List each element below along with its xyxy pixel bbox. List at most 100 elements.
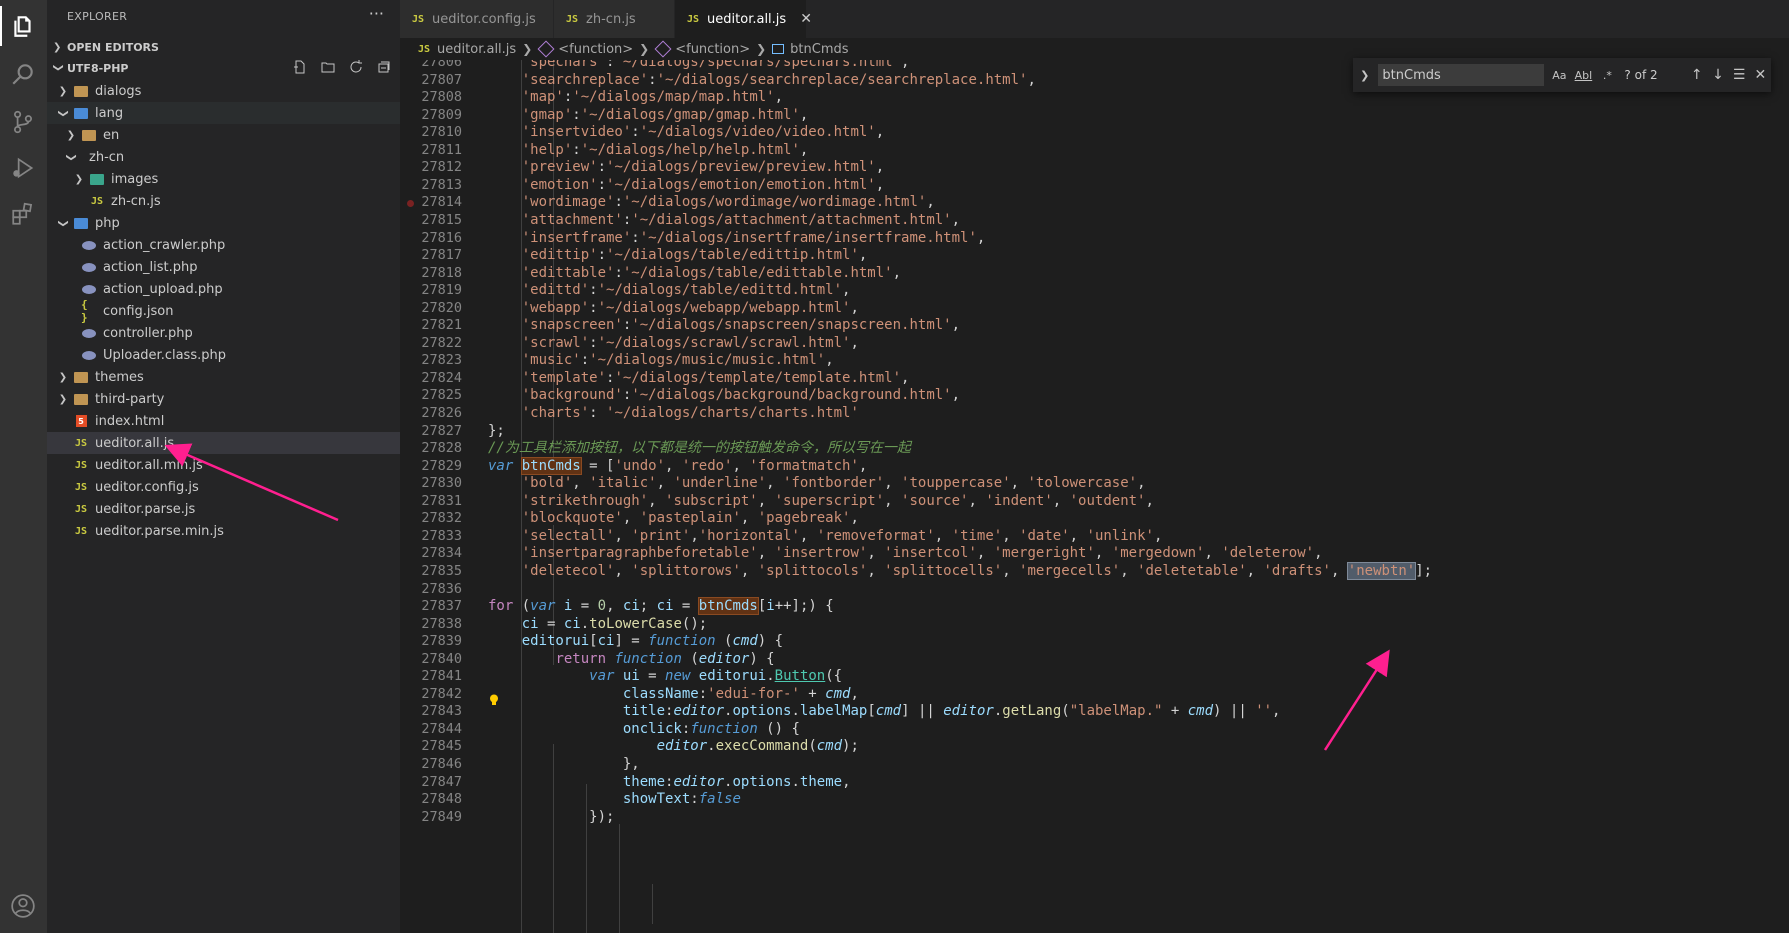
active-indicator bbox=[0, 6, 2, 46]
js-file-icon: JS bbox=[74, 481, 88, 493]
breadcrumb: JS ueditor.all.js ❯ <function> ❯ <functi… bbox=[400, 38, 1789, 60]
js-file-icon: JS bbox=[566, 13, 579, 25]
arrow-down-icon[interactable]: ↓ bbox=[1707, 64, 1728, 86]
tab-ueditor-config[interactable]: JS ueditor.config.js bbox=[400, 0, 554, 38]
match-count: ? of 2 bbox=[1624, 68, 1658, 82]
breadcrumb-function-2[interactable]: <function> bbox=[654, 40, 751, 58]
tree-item[interactable]: action_upload.php bbox=[47, 278, 400, 300]
js-file-icon: JS bbox=[74, 459, 88, 471]
tree-item[interactable]: { } config.json bbox=[47, 298, 400, 324]
tree-item[interactable]: ❯ themes bbox=[47, 366, 400, 388]
find-in-selection-icon[interactable]: ☰ bbox=[1729, 64, 1750, 86]
tree-item-label: dialogs bbox=[95, 83, 142, 99]
explorer-icon[interactable] bbox=[7, 10, 39, 42]
arrow-up-icon[interactable]: ↑ bbox=[1686, 64, 1707, 86]
collapse-all-icon[interactable] bbox=[376, 59, 394, 77]
tree-item[interactable]: action_crawler.php bbox=[47, 234, 400, 256]
breadcrumb-function-label: <function> bbox=[675, 41, 751, 57]
tree-item[interactable]: ❯ lang bbox=[47, 102, 400, 124]
tree-item-label: zh-cn.js bbox=[111, 193, 161, 209]
regex-toggle[interactable]: .* bbox=[1598, 69, 1616, 82]
breakpoint-hint[interactable] bbox=[407, 200, 414, 207]
tree-item-label: php bbox=[95, 215, 120, 231]
chevron-down-icon: ❯ bbox=[57, 218, 69, 228]
find-query: btnCmds bbox=[1382, 67, 1441, 83]
tree-item[interactable]: Uploader.class.php bbox=[47, 344, 400, 366]
tree-item[interactable]: JS ueditor.parse.js bbox=[47, 498, 400, 520]
find-input[interactable]: btnCmds bbox=[1378, 64, 1545, 86]
tree-item-label: zh-cn bbox=[89, 149, 125, 165]
close-icon[interactable]: ✕ bbox=[1750, 64, 1771, 86]
breadcrumb-file[interactable]: JS ueditor.all.js bbox=[418, 42, 516, 57]
tree-item-label: ueditor.all.min.js bbox=[95, 457, 203, 473]
php-file-icon bbox=[81, 326, 97, 340]
new-folder-icon[interactable] bbox=[320, 59, 338, 77]
folder-icon bbox=[73, 392, 89, 406]
folder-icon bbox=[73, 84, 89, 98]
open-editors-label: OPEN EDITORS bbox=[67, 40, 159, 54]
chevron-right-icon: ❯ bbox=[74, 173, 84, 185]
code-text: }); bbox=[488, 808, 615, 825]
breadcrumb-file-label: ueditor.all.js bbox=[437, 41, 517, 57]
vscode-window: EXPLORER ··· ❯ OPEN EDITORS ❯ UTF8-PHP ❯… bbox=[0, 0, 1789, 933]
tab-ueditor-all[interactable]: JS ueditor.all.js ✕ bbox=[675, 0, 812, 38]
js-file-icon: JS bbox=[418, 43, 431, 55]
toggle-replace-icon[interactable]: ❯ bbox=[1357, 69, 1372, 82]
json-file-icon: { } bbox=[81, 298, 88, 324]
tree-item[interactable]: JS ueditor.parse.min.js bbox=[47, 520, 400, 542]
tree-item-label: en bbox=[103, 127, 120, 143]
search-icon[interactable] bbox=[7, 58, 39, 90]
tree-item-label: controller.php bbox=[103, 325, 193, 341]
php-file-icon bbox=[81, 282, 97, 296]
chevron-right-icon: ❯ bbox=[756, 42, 767, 56]
tree-item[interactable]: controller.php bbox=[47, 322, 400, 344]
tab-zh-cn[interactable]: JS zh-cn.js bbox=[554, 0, 675, 38]
tree-item[interactable]: action_list.php bbox=[47, 256, 400, 278]
lightbulb-icon[interactable] bbox=[489, 694, 499, 706]
sidebar-title: EXPLORER bbox=[67, 10, 128, 23]
find-options: Aa Abl .* bbox=[1550, 69, 1616, 82]
tree-item-label: action_list.php bbox=[103, 259, 198, 275]
workspace-section[interactable]: ❯ UTF8-PHP bbox=[47, 57, 400, 79]
tree-item-label: images bbox=[111, 171, 159, 187]
find-widget: ❯ btnCmds Aa Abl .* ? of 2 ↑ ↓ ☰ ✕ bbox=[1353, 58, 1771, 92]
tree-item[interactable]: ❯ en bbox=[47, 124, 400, 146]
no-icon bbox=[81, 150, 83, 164]
match-case-toggle[interactable]: Aa bbox=[1550, 69, 1568, 82]
tree-item[interactable]: JS ueditor.all.js bbox=[47, 432, 400, 454]
tree-item[interactable]: 5 index.html bbox=[47, 410, 400, 432]
tree-item-label: third-party bbox=[95, 391, 165, 407]
tree-item[interactable]: ❯ third-party bbox=[47, 388, 400, 410]
function-icon bbox=[654, 40, 672, 58]
close-icon[interactable]: ✕ bbox=[800, 11, 812, 27]
whole-word-toggle[interactable]: Abl bbox=[1574, 69, 1593, 82]
breadcrumb-variable-label: btnCmds bbox=[790, 41, 849, 57]
source-control-icon[interactable] bbox=[7, 106, 39, 138]
tab-label: ueditor.all.js bbox=[707, 11, 787, 27]
tree-item[interactable]: ❯ images bbox=[47, 168, 400, 190]
refresh-icon[interactable] bbox=[348, 59, 366, 77]
tree-item[interactable]: JS zh-cn.js bbox=[47, 190, 400, 212]
code-editor[interactable]: 27806 'spechars':'~/dialogs/spechars/spe… bbox=[400, 60, 1789, 933]
tree-item-label: index.html bbox=[95, 413, 165, 429]
account-icon[interactable] bbox=[7, 890, 39, 922]
tree-item-label: ueditor.config.js bbox=[95, 479, 199, 495]
extensions-icon[interactable] bbox=[7, 198, 39, 230]
chevron-right-icon: ❯ bbox=[58, 371, 68, 383]
breadcrumb-variable[interactable]: btnCmds bbox=[772, 41, 849, 57]
tree-item[interactable]: ❯ dialogs bbox=[47, 80, 400, 102]
tree-item[interactable]: JS ueditor.config.js bbox=[47, 476, 400, 498]
tree-item[interactable]: ❯ zh-cn bbox=[47, 146, 400, 168]
tree-item[interactable]: JS ueditor.all.min.js bbox=[47, 454, 400, 476]
chevron-right-icon: ❯ bbox=[58, 85, 68, 97]
open-editors-section[interactable]: ❯ OPEN EDITORS bbox=[47, 36, 400, 58]
tab-label: zh-cn.js bbox=[586, 11, 636, 27]
run-debug-icon[interactable] bbox=[7, 152, 39, 184]
breadcrumb-function-1[interactable]: <function> bbox=[537, 40, 633, 58]
indent-guide bbox=[619, 824, 620, 933]
explorer-sidebar: EXPLORER ··· ❯ OPEN EDITORS ❯ UTF8-PHP ❯… bbox=[47, 0, 400, 933]
more-actions-icon[interactable]: ··· bbox=[369, 4, 384, 23]
new-file-icon[interactable] bbox=[292, 59, 310, 77]
editor-tabs: JS ueditor.config.js JS zh-cn.js JS uedi… bbox=[400, 0, 1789, 38]
tree-item[interactable]: ❯ php bbox=[47, 212, 400, 234]
